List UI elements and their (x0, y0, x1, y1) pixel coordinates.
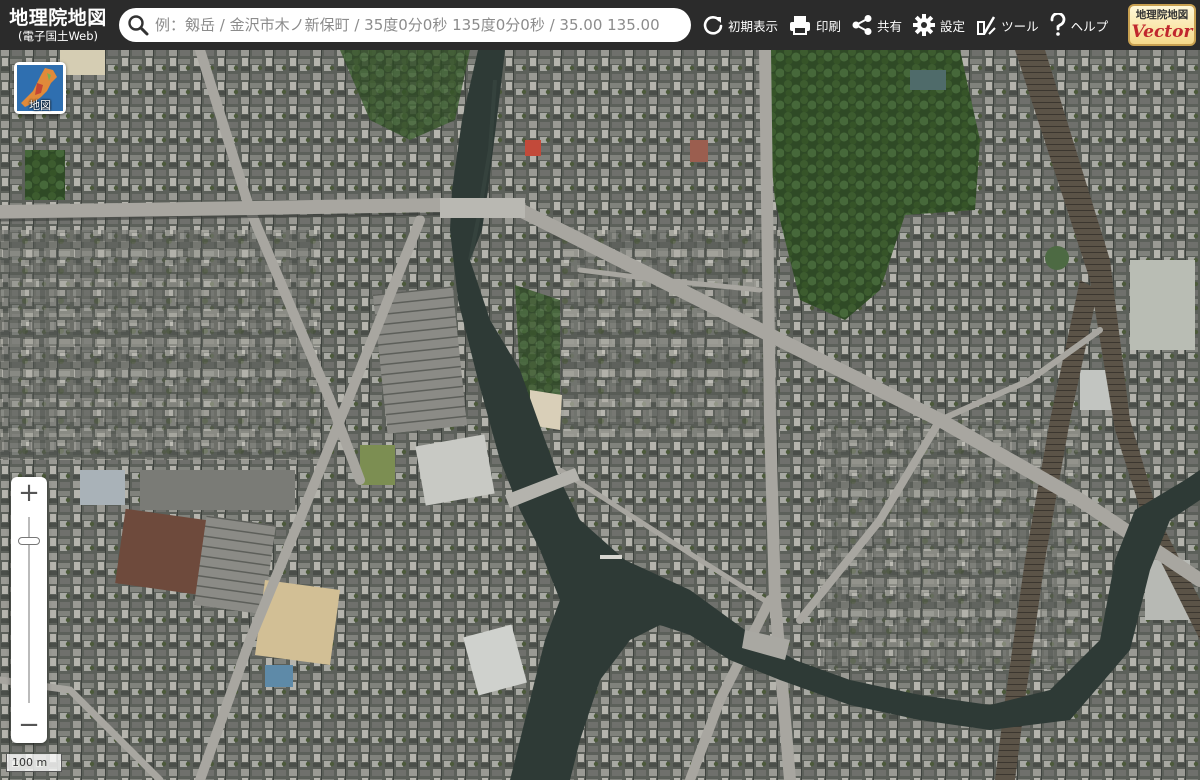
share-button[interactable]: 共有 (846, 0, 907, 50)
vector-logo-bottom: Vector (1131, 21, 1193, 42)
question-mark-icon (1050, 13, 1065, 36)
search-icon[interactable] (127, 14, 149, 36)
share-icon (852, 15, 872, 35)
search-input[interactable] (155, 10, 685, 40)
vector-map-logo[interactable]: 地理院地図 Vector (1128, 4, 1196, 46)
home-label: 初期表示 (728, 18, 779, 34)
zoom-control: + − (11, 477, 47, 743)
settings-button[interactable]: 設定 (907, 0, 970, 50)
header-toolbar: 地理院地図 (電子国土Web) 初期表示 印刷 共有 (0, 0, 1200, 50)
print-label: 印刷 (816, 18, 842, 34)
tools-button[interactable]: ツール (970, 0, 1044, 50)
search-box[interactable] (119, 8, 691, 42)
tools-icon (977, 16, 996, 35)
zoom-slider-handle[interactable] (18, 537, 40, 546)
zoom-out-button[interactable]: − (11, 709, 47, 743)
tools-label: ツール (1001, 18, 1039, 34)
vector-logo-top: 地理院地図 (1135, 8, 1189, 21)
page: 地理院地図 (電子国土Web) 初期表示 印刷 共有 (0, 0, 1200, 780)
home-button[interactable]: 初期表示 (697, 0, 783, 50)
help-button[interactable]: ヘルプ (1044, 0, 1112, 50)
layer-map-label: 地図 (29, 99, 51, 112)
refresh-arrow-icon (703, 16, 723, 35)
app-brand[interactable]: 地理院地図 (電子国土Web) (0, 0, 116, 50)
app-title: 地理院地図 (9, 6, 107, 29)
help-label: ヘルプ (1070, 18, 1109, 34)
gear-icon (913, 14, 936, 36)
settings-label: 設定 (940, 18, 966, 34)
aerial-map[interactable] (0, 0, 1200, 780)
app-subtitle: (電子国土Web) (17, 28, 99, 43)
print-button[interactable]: 印刷 (783, 0, 846, 50)
printer-icon (790, 16, 811, 35)
share-label: 共有 (877, 18, 903, 34)
toolbar-buttons: 初期表示 印刷 共有 設定 ツール ヘルプ (697, 0, 1111, 50)
scale-bar: 100 m (6, 754, 62, 772)
zoom-in-button[interactable]: + (11, 477, 47, 511)
layer-map-button[interactable]: 地図 (14, 62, 66, 114)
